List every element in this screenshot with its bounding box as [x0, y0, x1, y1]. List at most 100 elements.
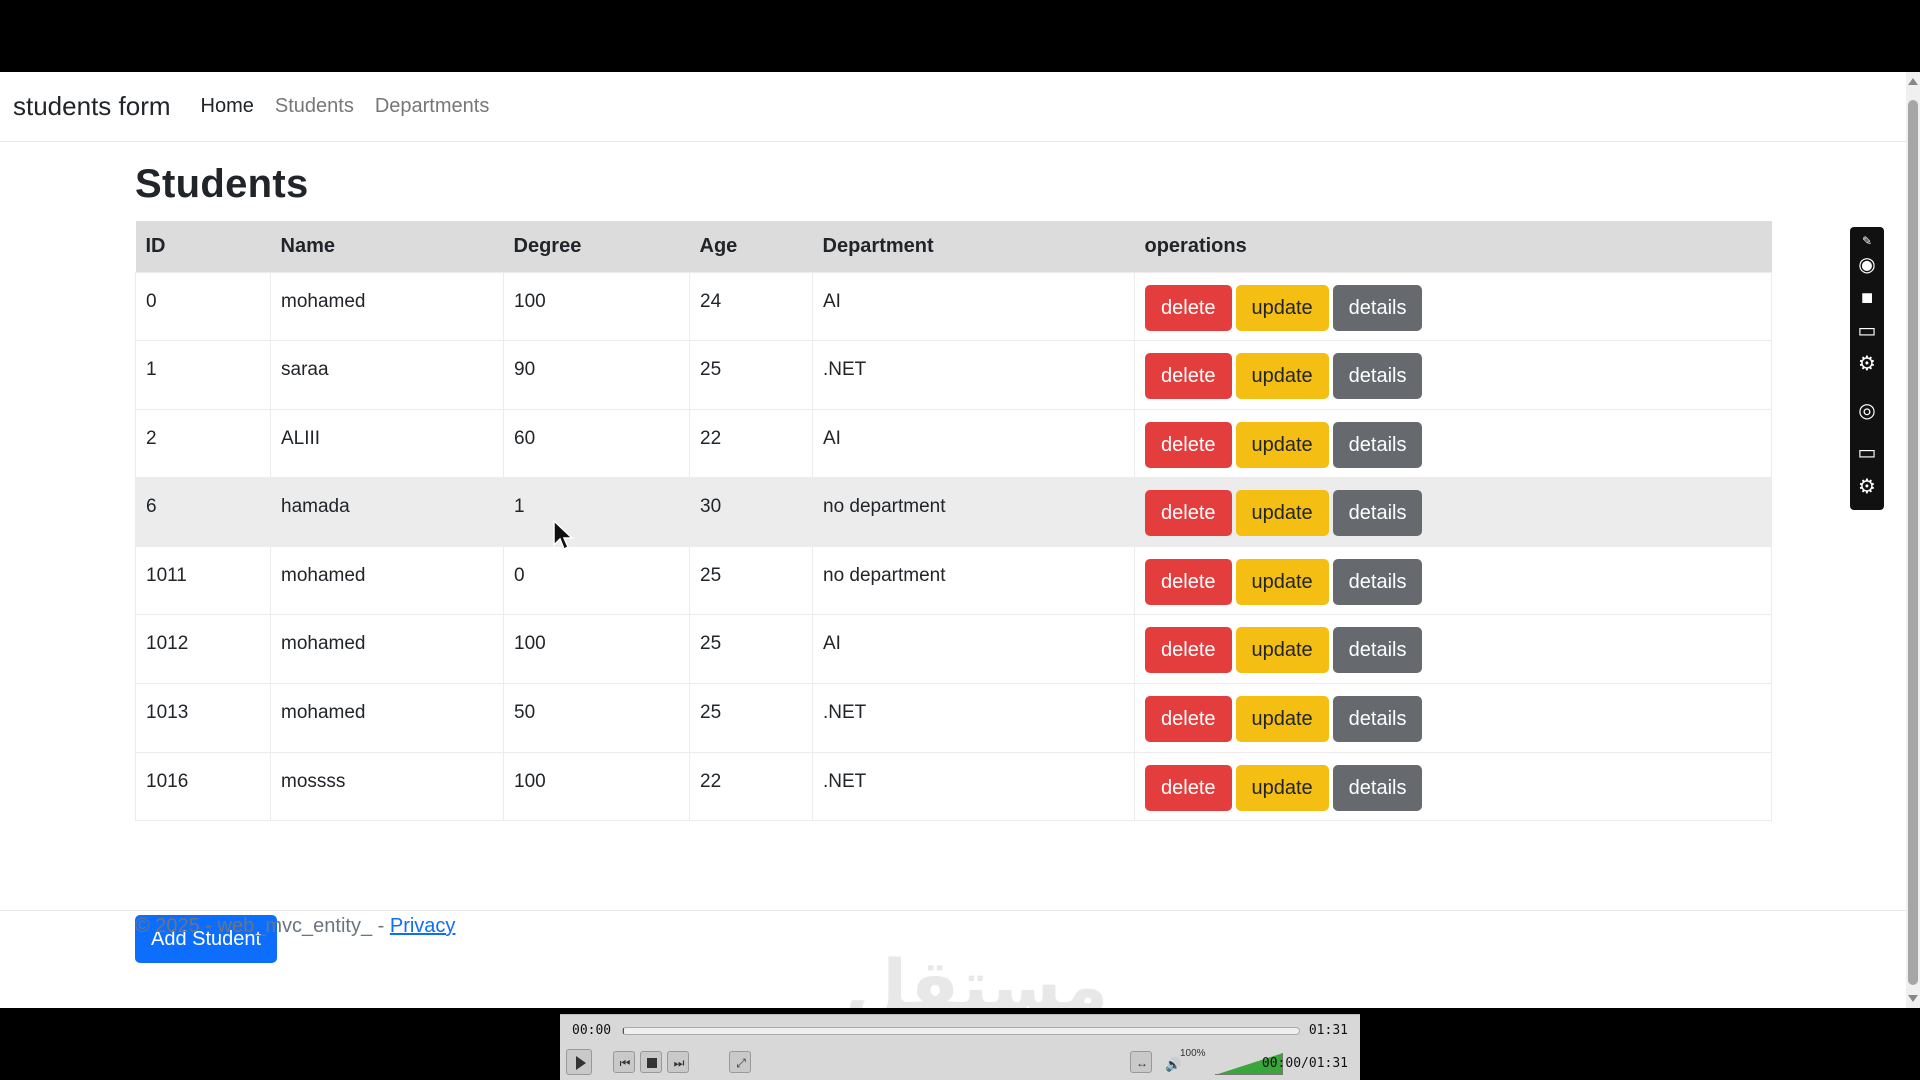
cell-id: 1 [135, 340, 271, 410]
nav-link-students[interactable]: Students [275, 95, 354, 118]
mouse-cursor-icon [553, 520, 574, 551]
table-row: 1012 mohamed 100 25 AI delete update details [135, 614, 1772, 684]
navbar: students form Home Students Departments [0, 72, 1906, 142]
table-row: 1 saraa 90 25 .NET delete update details [135, 340, 1772, 410]
update-button[interactable]: update [1235, 490, 1329, 537]
table-header: ID Name Degree Age Department operations [135, 221, 1772, 272]
next-button[interactable]: ⏭ [667, 1051, 689, 1073]
update-button[interactable]: update [1235, 421, 1329, 468]
update-button[interactable]: update [1235, 558, 1329, 605]
nav-link-departments[interactable]: Departments [375, 95, 490, 118]
delete-button[interactable]: delete [1145, 421, 1232, 468]
table-row: 1011 mohamed 0 25 no department delete update d… [135, 545, 1772, 615]
cell-operations: delete update details [1134, 683, 1772, 753]
window-icon[interactable]: ▭ [1855, 442, 1879, 464]
details-button[interactable]: details [1332, 764, 1423, 811]
cell-name: mohamed [270, 683, 504, 753]
cell-department: .NET [812, 683, 1135, 753]
volume-label: 100% [1180, 1048, 1206, 1059]
details-button[interactable]: details [1332, 353, 1423, 400]
cell-age: 25 [689, 545, 813, 615]
seek-progress [623, 1028, 625, 1034]
cell-operations: delete update details [1134, 751, 1772, 822]
details-button[interactable]: details [1332, 696, 1423, 743]
delete-button[interactable]: delete [1145, 764, 1232, 811]
details-button[interactable]: details [1332, 490, 1423, 537]
update-button[interactable]: update [1235, 764, 1329, 811]
cell-id: 1013 [135, 683, 271, 753]
cell-department: AI [812, 271, 1135, 341]
cell-name: hamada [270, 477, 504, 547]
details-button[interactable]: details [1332, 627, 1423, 674]
cell-degree: 60 [503, 408, 690, 478]
header-name: Name [270, 221, 504, 272]
total-time: 01:31 [1308, 1023, 1348, 1038]
cell-age: 25 [689, 340, 813, 410]
update-button[interactable]: update [1235, 284, 1329, 331]
previous-icon: ⏮ [619, 1056, 631, 1070]
header-operations: operations [1134, 221, 1772, 272]
webcam-icon[interactable]: ◎ [1855, 400, 1879, 422]
cell-id: 2 [135, 408, 271, 478]
table-row: 1013 mohamed 50 25 .NET delete update details [135, 683, 1772, 753]
gear-icon[interactable]: ⚙ [1855, 476, 1879, 498]
screen: students form Home Students Departments … [0, 0, 1920, 1080]
delete-button[interactable]: delete [1145, 696, 1232, 743]
students-table: ID Name Degree Age Department operations… [135, 221, 1772, 822]
scroll-down-icon[interactable] [1908, 995, 1918, 1002]
cell-age: 25 [689, 614, 813, 684]
play-button[interactable] [566, 1049, 592, 1075]
delete-button[interactable]: delete [1145, 627, 1232, 674]
table-body: 0 mohamed 100 24 AI delete update details 1 saraa… [135, 271, 1772, 822]
watermark-logo: مستقل [845, 944, 1109, 1008]
cell-id: 1011 [135, 545, 271, 615]
cell-operations: delete update details [1134, 477, 1772, 547]
video-icon[interactable]: ■ [1855, 287, 1879, 309]
recorder-toolbar: ✎ ◉ ■ ▭ ⚙ ◎ ▭ ⚙ [1850, 227, 1884, 510]
cell-name: saraa [270, 340, 504, 410]
details-button[interactable]: details [1332, 421, 1423, 468]
vertical-scrollbar[interactable] [1906, 72, 1920, 1008]
delete-button[interactable]: delete [1145, 558, 1232, 605]
footer-divider [0, 910, 1906, 911]
nav-link-home[interactable]: Home [201, 95, 254, 118]
footer: © 2025 - web_mvc_entity_ - Privacy [135, 915, 455, 938]
cell-age: 30 [689, 477, 813, 547]
update-button[interactable]: update [1235, 353, 1329, 400]
details-button[interactable]: details [1332, 284, 1423, 331]
main-content: Students ID Name Degree Age Department o… [135, 162, 1773, 963]
table-row: 1016 mossss 100 22 .NET delete update details [135, 751, 1772, 822]
volume-icon[interactable]: 🔊 [1165, 1057, 1181, 1073]
scrollbar-thumb[interactable] [1908, 100, 1918, 985]
loop-button[interactable]: ↔ [1130, 1051, 1152, 1073]
pin-icon[interactable]: ✎ [1855, 230, 1879, 252]
delete-button[interactable]: delete [1145, 284, 1232, 331]
header-degree: Degree [503, 221, 690, 272]
fullscreen-button[interactable]: ⤢ [729, 1051, 751, 1073]
cell-age: 25 [689, 683, 813, 753]
update-button[interactable]: update [1235, 627, 1329, 674]
update-button[interactable]: update [1235, 696, 1329, 743]
cell-degree: 100 [503, 614, 690, 684]
brand-link[interactable]: students form [13, 91, 171, 122]
header-age: Age [689, 221, 813, 272]
delete-button[interactable]: delete [1145, 353, 1232, 400]
stop-button[interactable] [640, 1051, 662, 1073]
cell-degree: 50 [503, 683, 690, 753]
cell-degree: 100 [503, 751, 690, 822]
window-icon[interactable]: ▭ [1855, 320, 1879, 342]
cell-name: mohamed [270, 271, 504, 341]
camera-icon[interactable]: ◉ [1855, 254, 1879, 276]
stop-icon [647, 1058, 657, 1068]
cell-age: 22 [689, 408, 813, 478]
video-player-bar: 00:00 01:31 ⏮ ⏭ ⤢ ↔ 🔊 100% 00:00/01:31 [560, 1014, 1360, 1080]
seek-bar[interactable] [622, 1027, 1300, 1035]
cell-name: mossss [270, 751, 504, 822]
details-button[interactable]: details [1332, 558, 1423, 605]
privacy-link[interactable]: Privacy [390, 915, 456, 937]
scroll-up-icon[interactable] [1908, 78, 1918, 85]
delete-button[interactable]: delete [1145, 490, 1232, 537]
cell-department: .NET [812, 340, 1135, 410]
gear-icon[interactable]: ⚙ [1855, 353, 1879, 375]
previous-button[interactable]: ⏮ [613, 1051, 635, 1073]
